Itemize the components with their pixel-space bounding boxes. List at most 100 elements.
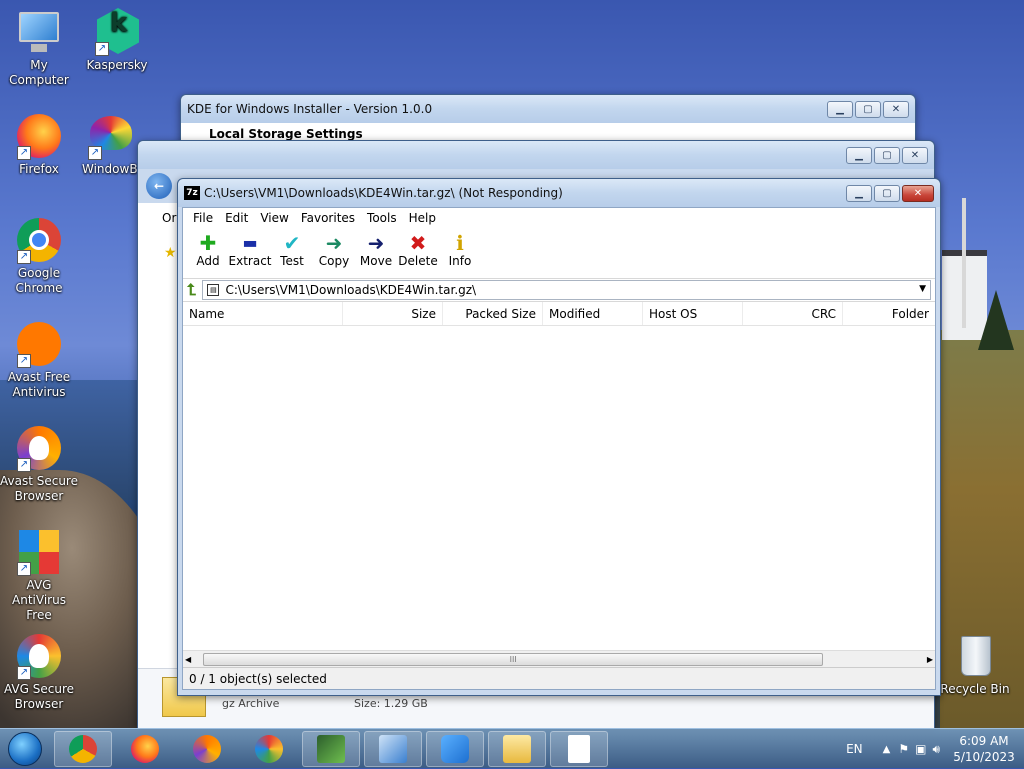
column-modified[interactable]: Modified [543, 302, 643, 325]
avast-browser-icon [193, 734, 221, 763]
column-host-os[interactable]: Host OS [643, 302, 743, 325]
scroll-right-icon[interactable]: ▶ [927, 655, 933, 664]
column-size[interactable]: Size [343, 302, 443, 325]
menu-view[interactable]: View [254, 211, 294, 225]
kaspersky-icon: k ↗ [93, 8, 141, 56]
desktop-icon-avast-free-antivirus[interactable]: ↗ Avast Free Antivirus [0, 320, 78, 400]
column-name[interactable]: Name [183, 302, 343, 325]
menu-edit[interactable]: Edit [219, 211, 254, 225]
desktop-icon-google-chrome[interactable]: ↗ Google Chrome [0, 216, 78, 296]
desktop-icon-avg-antivirus-free[interactable]: ↗ AVG AntiVirus Free [0, 528, 78, 623]
info-icon: ℹ [456, 231, 464, 255]
scrollbar-thumb[interactable]: III [203, 652, 824, 666]
taskbar-chrome[interactable] [54, 730, 112, 767]
maximize-button[interactable]: ▢ [855, 100, 881, 118]
computer-icon [15, 8, 63, 56]
taskbar-7zip[interactable] [550, 730, 608, 767]
minimize-button[interactable]: ▁ [846, 184, 872, 202]
address-text: C:\Users\VM1\Downloads\KDE4Win.tar.gz\ [225, 283, 477, 297]
show-hidden-icons-icon[interactable]: ▲ [883, 744, 891, 755]
maximize-button[interactable]: ▢ [874, 146, 900, 164]
info-label: Info [448, 254, 472, 268]
start-button[interactable] [0, 729, 50, 769]
shortcut-arrow-icon: ↗ [17, 666, 31, 680]
shortcut-arrow-icon: ↗ [17, 458, 31, 472]
window-title: KDE for Windows Installer - Version 1.0.… [187, 102, 433, 116]
folder-up-icon[interactable]: ⮤ [187, 280, 196, 300]
taskbar-kde-installer[interactable] [426, 730, 484, 767]
address-field[interactable]: ▤ C:\Users\VM1\Downloads\KDE4Win.tar.gz\… [202, 280, 931, 300]
move-button[interactable]: ➜ Move [355, 230, 397, 276]
extract-label: Extract [228, 254, 272, 268]
taskbar-control-panel[interactable] [364, 730, 422, 767]
back-button[interactable]: ← [146, 173, 172, 199]
clock[interactable]: 6:09 AM 5/10/2023 [944, 733, 1024, 765]
avg-icon: ↗ [15, 528, 63, 576]
desktop-icon-label: Firefox [19, 162, 59, 176]
desktop-icon-label: WindowBl [82, 162, 141, 176]
menu-tools[interactable]: Tools [361, 211, 403, 225]
avg-browser-icon [255, 734, 283, 763]
system-tray: EN ▲ ⚑ ▣ 🔊︎ 6:09 AM 5/10/2023 [846, 729, 1024, 769]
sevenzip-window[interactable]: 7z C:\Users\VM1\Downloads\KDE4Win.tar.gz… [177, 178, 941, 696]
column-folder[interactable]: Folder [843, 302, 935, 325]
close-button[interactable]: ✕ [883, 100, 909, 118]
firefox-icon: ↗ [15, 112, 63, 160]
chrome-icon [69, 734, 97, 763]
status-bar: 0 / 1 object(s) selected [183, 667, 935, 689]
desktop-icon-kaspersky[interactable]: k ↗ Kaspersky [78, 8, 156, 73]
toolbar: ✚ Add ▬ Extract ✔ Test ➜ Copy ➜ Move ✖ D… [183, 228, 935, 278]
scroll-left-icon[interactable]: ◀ [185, 655, 191, 664]
maximize-button[interactable]: ▢ [874, 184, 900, 202]
column-crc[interactable]: CRC [743, 302, 843, 325]
desktop-icon-avast-secure-browser[interactable]: ↗ Avast Secure Browser [0, 424, 78, 504]
column-packed-size[interactable]: Packed Size [443, 302, 543, 325]
close-button[interactable]: ✕ [902, 184, 934, 202]
minimize-button[interactable]: ▁ [827, 100, 853, 118]
taskbar-avg-browser[interactable] [240, 731, 298, 767]
close-button[interactable]: ✕ [902, 146, 928, 164]
action-center-flag-icon[interactable]: ⚑ [898, 742, 909, 756]
desktop-icon-windowblinds[interactable]: ↗ WindowBl [78, 112, 142, 177]
file-list[interactable] [183, 326, 935, 650]
language-indicator[interactable]: EN [846, 742, 863, 756]
horizontal-scrollbar[interactable]: ◀ III ▶ [183, 650, 935, 667]
chevron-down-icon[interactable]: ▼ [919, 284, 926, 294]
desktop-icon-label: AVG AntiVirus Free [12, 578, 66, 622]
info-button[interactable]: ℹ Info [439, 230, 481, 276]
move-label: Move [359, 254, 393, 268]
shortcut-arrow-icon: ↗ [17, 562, 31, 576]
menu-help[interactable]: Help [403, 211, 442, 225]
menu-file[interactable]: File [187, 211, 219, 225]
7z-app-icon: 7z [184, 186, 200, 200]
windows-logo-icon [8, 731, 42, 766]
toolbar-organize-label[interactable]: Or [162, 211, 176, 225]
menu-favorites[interactable]: Favorites [295, 211, 361, 225]
shortcut-arrow-icon: ↗ [88, 146, 102, 160]
desktop-icon-my-computer[interactable]: My Computer [0, 8, 78, 88]
minimize-button[interactable]: ▁ [846, 146, 872, 164]
status-text: 0 / 1 object(s) selected [189, 671, 327, 686]
network-icon[interactable]: ▣ [915, 742, 926, 756]
kde-icon [441, 734, 469, 763]
taskbar-explorer[interactable] [488, 730, 546, 767]
copy-button[interactable]: ➜ Copy [313, 230, 355, 276]
extract-button[interactable]: ▬ Extract [228, 230, 272, 276]
add-button[interactable]: ✚ Add [187, 230, 229, 276]
chrome-icon: ↗ [15, 216, 63, 264]
delete-button[interactable]: ✖ Delete [397, 230, 439, 276]
section-heading: Local Storage Settings [209, 127, 363, 141]
clock-date: 5/10/2023 [953, 750, 1015, 764]
taskbar-firefox[interactable] [116, 731, 174, 767]
desktop-icon-avg-secure-browser[interactable]: ↗ AVG Secure Browser [0, 632, 78, 712]
taskbar-avast-browser[interactable] [178, 731, 236, 767]
avast-browser-icon: ↗ [15, 424, 63, 472]
file-type-label: gz Archive [222, 697, 280, 710]
shortcut-arrow-icon: ↗ [17, 146, 31, 160]
recycle-bin-icon [951, 632, 999, 680]
test-button[interactable]: ✔ Test [271, 230, 313, 276]
taskbar-computer-app[interactable] [302, 730, 360, 767]
desktop-icon-firefox[interactable]: ↗ Firefox [0, 112, 78, 177]
volume-icon[interactable]: 🔊︎ [932, 742, 940, 757]
desktop-icon-recycle-bin[interactable]: Recycle Bin [936, 632, 1014, 697]
